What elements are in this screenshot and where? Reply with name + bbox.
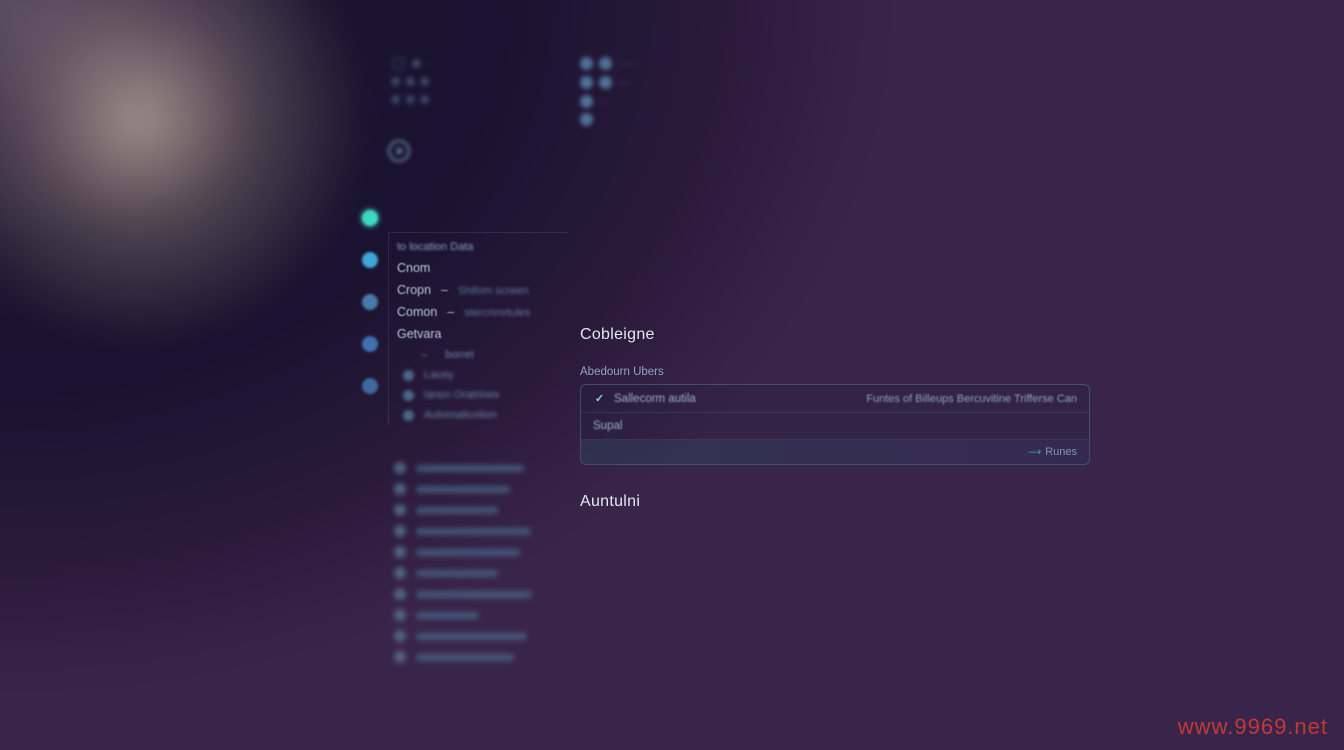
list-item-label [416,591,532,598]
play-icon [388,140,410,162]
bullet-icon [394,567,406,579]
activity-rail [354,210,386,394]
bullet-icon [394,504,406,516]
play-button[interactable] [388,140,568,162]
palette-item[interactable]: Cnom [397,257,568,279]
palette-line[interactable]: Lacey [397,365,568,385]
bullet-icon [394,609,406,621]
input-hint: Funtes of Billeups Bercuvitine Trifferse… [866,393,1077,405]
rail-icon[interactable] [362,336,378,352]
dot-icon [403,390,414,401]
toolbar-row[interactable] [580,113,1090,126]
bullet-icon [394,546,406,558]
list-item-label [416,465,524,472]
list-item[interactable] [394,504,564,516]
bullet-icon [394,462,406,474]
palette-item[interactable]: Getvara [397,323,568,345]
rail-icon[interactable] [362,210,378,226]
bullet-icon [394,588,406,600]
sidebar-list [394,462,564,663]
tool-icon [580,113,593,126]
bullet-icon [394,630,406,642]
main-content: ····· ··· ·· Cobleigne Abedourn Ubers ✓ … [580,56,1090,533]
bullet-icon [394,651,406,663]
palette-item[interactable]: Comon – stercrimrtules [397,301,568,323]
command-palette: to location Data Cnom Cropn – Shifom scr… [388,232,568,425]
dot-icon [403,370,414,381]
list-item-label [416,654,514,661]
list-item[interactable] [394,546,564,558]
list-item-label [416,612,479,619]
list-item[interactable] [394,630,564,642]
list-item-label [416,549,520,556]
bullet-icon [394,525,406,537]
rail-icon[interactable] [362,252,378,268]
list-item[interactable] [394,567,564,579]
watermark: www.9969.net [1178,714,1328,740]
toolbar-row[interactable]: ·· [580,94,1090,108]
sidebar-panel: ◯ ■ · · ■ ■ ■ ■ ■ ■ · · · · to location … [388,56,568,425]
list-item[interactable] [394,483,564,495]
toolbar-row[interactable]: ··· [580,75,1090,89]
check-icon: ✓ [593,392,606,405]
tool-icon [599,57,612,70]
list-item-label [416,486,510,493]
list-item[interactable] [394,651,564,663]
list-item-label [416,507,498,514]
tool-icon [599,76,612,89]
tool-icon [580,95,593,108]
list-item[interactable] [394,462,564,474]
dot-icon [403,410,414,421]
list-item[interactable] [394,525,564,537]
tool-icon [580,76,593,89]
section-title: Cobleigne [580,326,1090,344]
palette-item[interactable]: Cropn – Shifom screen [397,279,568,301]
list-item[interactable] [394,588,564,600]
toolbar-row[interactable]: ····· [580,56,1090,70]
palette-line[interactable]: Automaticotion [397,405,568,425]
arrow-icon: —› [1028,446,1039,458]
tool-icon [580,57,593,70]
list-item-label [416,528,531,535]
rail-icon[interactable] [362,294,378,310]
field-label: Abedourn Ubers [580,366,1090,378]
input-footer[interactable]: —› Runes [581,440,1089,464]
bullet-icon [394,483,406,495]
input-row[interactable]: ✓ Sallecorm autila Funtes of Billeups Be… [581,385,1089,413]
list-item-label [416,633,527,640]
list-item-label [416,570,498,577]
input-row[interactable]: Supal [581,413,1089,440]
palette-subrow: – borret [397,345,568,365]
rail-icon[interactable] [362,378,378,394]
palette-header: to location Data [397,241,568,253]
light-flare [0,0,400,380]
toolbar-cluster: ····· ··· ·· [580,56,1090,126]
input-value: Sallecorm autila [614,393,696,405]
palette-line[interactable]: lanon Oratrines [397,385,568,405]
section-title: Auntulni [580,493,1090,511]
config-input: ✓ Sallecorm autila Funtes of Billeups Be… [580,384,1090,465]
sidebar-top-icons: ◯ ■ · · ■ ■ ■ ■ ■ ■ · · · · [388,56,568,124]
run-hint: —› Runes [1028,446,1077,458]
input-value: Supal [593,420,622,432]
list-item[interactable] [394,609,564,621]
